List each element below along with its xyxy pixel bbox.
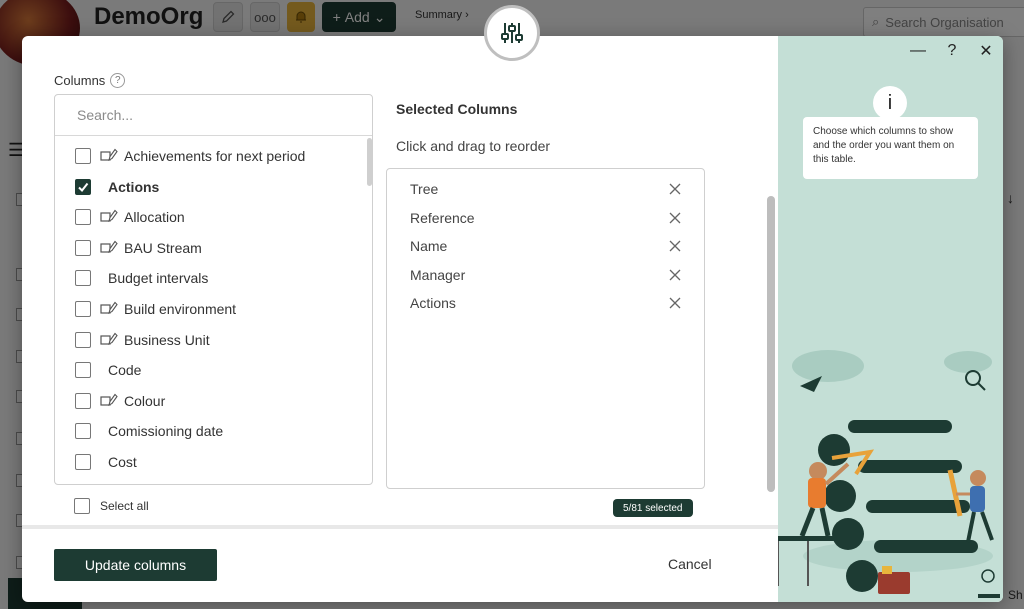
column-checkbox[interactable] [75, 270, 91, 287]
column-option-label: Cost [108, 454, 137, 470]
column-checkbox[interactable] [75, 362, 91, 379]
info-glyph: i [887, 91, 893, 114]
column-settings-icon [484, 5, 540, 61]
column-option-label: Build environment [124, 301, 237, 317]
selected-column-label: Reference [410, 209, 475, 226]
column-checkbox[interactable] [75, 454, 91, 470]
column-checkbox[interactable] [75, 331, 91, 348]
column-option[interactable]: Actions [55, 172, 355, 202]
column-option[interactable]: Cost [55, 447, 355, 477]
custom-field-icon [100, 393, 118, 406]
column-option[interactable]: Build environment [55, 294, 355, 324]
close-button[interactable]: ✕ [976, 41, 996, 61]
info-icon: i [873, 86, 907, 120]
columns-heading: Columns ? [54, 73, 126, 88]
columns-label: Columns [54, 73, 106, 88]
column-option[interactable]: BAU Stream [55, 233, 355, 263]
update-columns-button[interactable]: Update columns [54, 549, 217, 581]
column-option-label: Actions [108, 178, 160, 195]
selected-column-item[interactable]: Tree [387, 175, 704, 203]
select-all-checkbox[interactable] [74, 498, 90, 514]
selected-count-badge: 5/81 selected [613, 499, 693, 517]
selected-column-label: Name [410, 238, 448, 255]
footer-divider [22, 525, 778, 529]
list-scrollbar[interactable] [367, 138, 372, 186]
column-checkbox[interactable] [75, 392, 91, 409]
help-icon[interactable]: ? [110, 73, 126, 88]
custom-field-icon [100, 301, 118, 315]
column-option[interactable]: Code [55, 355, 355, 385]
column-chooser-main: Columns ? Achievements for next periodAc… [22, 36, 778, 602]
custom-field-icon [100, 148, 118, 162]
team-illustration [778, 350, 1000, 598]
column-option-label: BAU Stream [124, 239, 202, 256]
selected-column-item[interactable]: Name [387, 232, 704, 260]
column-option-label: Code [108, 362, 142, 379]
column-option[interactable]: Budget intervals [55, 263, 355, 293]
remove-icon[interactable] [669, 269, 681, 281]
available-columns-list: Achievements for next period Actions Alloc… [55, 136, 372, 484]
column-option-label: Comissioning date [108, 423, 224, 440]
selected-column-item[interactable]: Manager [387, 261, 704, 289]
custom-field-icon [100, 332, 118, 345]
column-checkbox[interactable] [75, 148, 91, 164]
column-chooser-modal: Columns ? Achievements for next periodAc… [22, 36, 1003, 602]
column-option[interactable]: Colour [55, 386, 355, 416]
column-option[interactable]: Allocation [55, 202, 355, 232]
column-option-label: Business Unit [124, 331, 210, 348]
selected-column-label: Tree [410, 181, 439, 197]
selected-column-item[interactable]: Actions [387, 289, 704, 317]
remove-icon[interactable] [669, 240, 681, 252]
sliders-icon [501, 23, 523, 43]
column-checkbox[interactable] [75, 301, 91, 317]
selected-columns-panel: Tree Reference Name Manager Actions [386, 168, 705, 489]
column-option[interactable]: Business Unit [55, 325, 355, 355]
selected-column-item[interactable]: Reference [387, 204, 704, 232]
column-option-label: Budget intervals [108, 270, 209, 287]
column-checkbox[interactable] [75, 209, 91, 226]
selected-columns-subtitle: Click and drag to reorder [396, 138, 551, 154]
checkmark-icon [78, 182, 89, 192]
available-columns-panel: Achievements for next period Actions Alloc… [54, 94, 373, 485]
column-checkbox[interactable] [75, 178, 91, 195]
cancel-button[interactable]: Cancel [662, 552, 718, 576]
minimize-button[interactable]: — [908, 41, 928, 61]
selected-column-label: Manager [410, 266, 466, 283]
selected-columns-title: Selected Columns [396, 101, 518, 117]
info-card: Choose which columns to show and the ord… [803, 117, 978, 179]
select-all-label: Select all [100, 499, 149, 513]
column-option-label: Allocation [124, 209, 185, 226]
column-option-label: Achievements for next period [124, 148, 306, 164]
remove-icon[interactable] [669, 212, 681, 224]
column-option-label: Colour [124, 392, 166, 409]
remove-icon[interactable] [669, 297, 681, 309]
modal-scrollbar[interactable] [767, 196, 775, 492]
column-option[interactable]: Comissioning date [55, 416, 355, 446]
info-text: Choose which columns to show and the ord… [813, 126, 955, 165]
column-checkbox[interactable] [75, 423, 91, 440]
column-option[interactable]: Achievements for next period [55, 141, 355, 171]
column-search-box [55, 95, 372, 136]
select-all-row[interactable]: Select all [74, 498, 149, 514]
help-button[interactable]: ? [942, 41, 962, 61]
remove-icon[interactable] [669, 183, 681, 195]
selected-column-label: Actions [410, 295, 456, 312]
column-checkbox[interactable] [75, 239, 91, 256]
info-panel: — ? ✕ Choose which columns to show and t… [778, 36, 1003, 602]
custom-field-icon [100, 240, 118, 253]
column-search-input[interactable] [75, 106, 352, 124]
custom-field-icon [100, 209, 118, 223]
